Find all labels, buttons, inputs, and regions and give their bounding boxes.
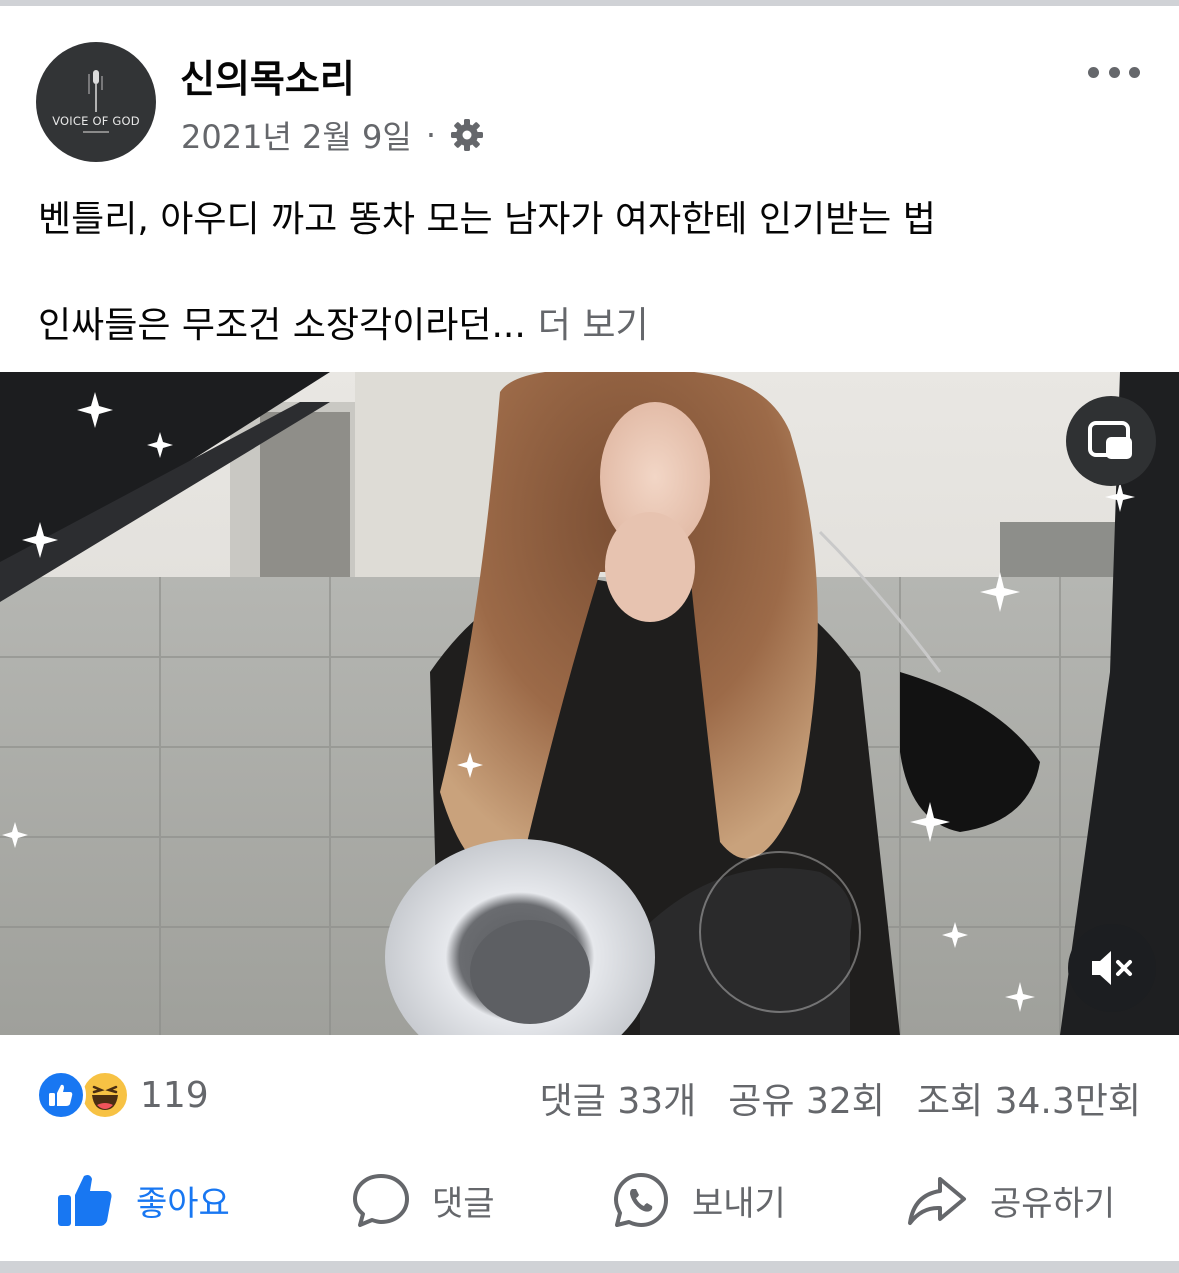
share-label: 공유하기	[990, 1183, 1116, 1224]
whatsapp-icon	[614, 1173, 668, 1227]
more-dots-icon	[1088, 66, 1099, 78]
like-reaction-icon	[36, 1070, 86, 1120]
comment-button[interactable]: 댓글	[352, 1160, 495, 1240]
share-arrow-icon	[908, 1177, 966, 1225]
picture-in-picture-button[interactable]	[1066, 396, 1156, 486]
share-count[interactable]: 공유 32회	[728, 1072, 885, 1124]
see-more-link[interactable]: 더 보기	[538, 305, 649, 346]
haha-reaction-icon	[80, 1070, 130, 1120]
view-count: 조회 34.3만회	[916, 1081, 1141, 1122]
video-player[interactable]	[0, 372, 1179, 1035]
like-label: 좋아요	[136, 1183, 230, 1224]
bottom-separator	[0, 1261, 1179, 1273]
post-date[interactable]: 2021년 2월 9일	[181, 112, 412, 158]
share-button[interactable]: 공유하기	[906, 1160, 1115, 1240]
action-bar: 좋아요 댓글 보내기 공유하기	[0, 1160, 1179, 1250]
comment-bubble-icon	[353, 1174, 409, 1227]
reaction-count: 119	[140, 1074, 209, 1116]
mute-toggle-button[interactable]	[1068, 924, 1156, 1012]
comment-count[interactable]: 댓글 33개	[540, 1072, 697, 1124]
send-label: 보내기	[692, 1183, 786, 1224]
microphone-logo-icon	[88, 70, 103, 112]
gear-icon	[451, 119, 483, 151]
like-button[interactable]: 좋아요	[56, 1160, 230, 1240]
post-text-line1: 벤틀리, 아우디 까고 똥차 모는 남자가 여자한테 인기받는 법	[38, 199, 936, 240]
more-options-button[interactable]	[1088, 58, 1140, 86]
video-frame	[0, 372, 1179, 1035]
send-button[interactable]: 보내기	[612, 1160, 786, 1240]
thumbs-up-icon	[58, 1175, 112, 1226]
top-separator	[0, 0, 1179, 6]
meta-separator: ·	[425, 116, 436, 154]
post-meta: 2021년 2월 9일 ·	[181, 112, 484, 158]
page-name[interactable]: 신의목소리	[180, 48, 355, 103]
post-text-line2: 인싸들은 무조건 소장각이라던... 더 보기	[38, 296, 649, 348]
post-text-line2-content: 인싸들은 무조건 소장각이라던...	[38, 305, 526, 346]
page-avatar[interactable]: VOICE OF GOD	[36, 42, 156, 162]
avatar-logo-text: VOICE OF GOD	[52, 114, 140, 128]
picture-in-picture-icon	[1088, 421, 1132, 459]
comment-label: 댓글	[432, 1183, 495, 1224]
engagement-stats: 댓글 33개 공유 32회 조회 34.3만회	[508, 1072, 1141, 1124]
muted-speaker-icon	[1092, 951, 1132, 985]
reactions-summary[interactable]: 119	[36, 1070, 209, 1120]
